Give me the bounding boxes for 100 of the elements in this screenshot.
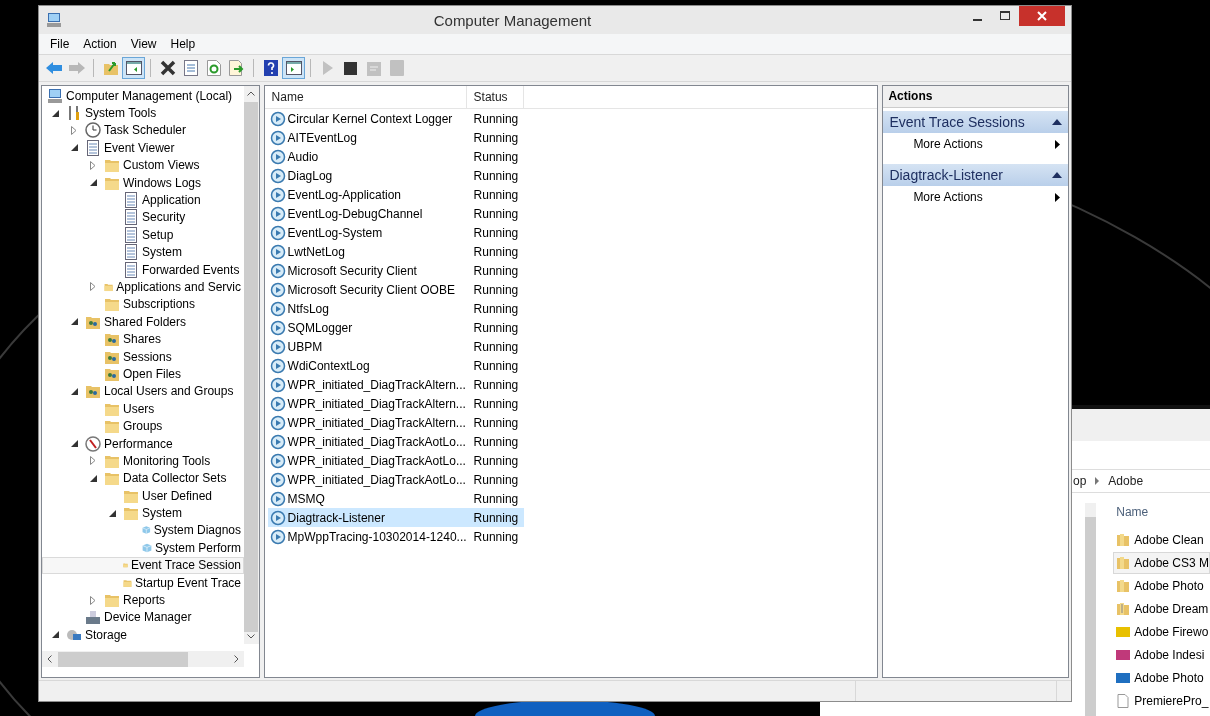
list-row[interactable]: WPR_initiated_DiagTrackAltern... Running (267, 375, 524, 394)
explorer-row[interactable]: Adobe CS3 M (1113, 552, 1210, 574)
list-row[interactable]: Microsoft Security Client Running (267, 261, 524, 280)
tree-item[interactable]: Startup Event Trace (42, 573, 244, 592)
explorer-row[interactable]: Adobe Indesi (1113, 644, 1210, 666)
tree-pane-button[interactable] (122, 57, 145, 79)
tree-item[interactable]: Windows Logs (42, 173, 244, 192)
expanded-icon[interactable] (71, 387, 78, 395)
collapsed-icon[interactable] (71, 125, 77, 135)
tree-item[interactable]: Sessions (42, 347, 244, 366)
list-row[interactable]: SQMLogger Running (267, 318, 524, 337)
expanded-icon[interactable] (90, 179, 97, 187)
list-row[interactable]: Microsoft Security Client OOBE Running (267, 280, 524, 299)
expanded-icon[interactable] (52, 631, 59, 639)
list-row[interactable]: NtfsLog Running (267, 299, 524, 318)
collapsed-icon[interactable] (90, 456, 96, 466)
trace-session-icon (269, 376, 286, 393)
list-row[interactable]: EventLog-Application Running (267, 185, 524, 204)
tree-item[interactable]: Subscriptions (42, 295, 244, 314)
collapsed-icon[interactable] (90, 160, 96, 170)
tree-item[interactable]: Shares (42, 330, 244, 348)
list-row[interactable]: Diagtrack-Listener Running (267, 508, 524, 527)
explorer-row[interactable]: Adobe Photo (1113, 575, 1210, 597)
tree-item[interactable]: Setup (42, 226, 244, 244)
column-header[interactable]: Name (264, 86, 467, 108)
action-item[interactable]: More Actions (883, 186, 1068, 208)
list-row[interactable]: WPR_initiated_DiagTrackAltern... Running (267, 394, 524, 413)
list-row[interactable]: EventLog-System Running (267, 223, 524, 242)
list-row[interactable]: WPR_initiated_DiagTrackAotLo... Running (267, 451, 524, 470)
explorer-row[interactable]: PremierePro_ (1113, 690, 1210, 712)
tree-item[interactable]: Users (42, 400, 244, 418)
list-row[interactable]: WPR_initiated_DiagTrackAltern... Running (267, 413, 524, 432)
tree-item[interactable]: System Tools (42, 104, 244, 122)
device-icon (85, 609, 101, 626)
tree-item[interactable]: System Perform (42, 539, 244, 557)
menu-item[interactable]: Help (163, 37, 203, 51)
expanded-icon[interactable] (109, 509, 116, 517)
action-pane-button[interactable] (282, 57, 305, 79)
tree-item[interactable]: Open Files (42, 365, 244, 383)
explorer-row[interactable]: Adobe Photo (1113, 667, 1210, 689)
explorer-row[interactable]: Adobe Dream (1113, 598, 1210, 620)
list-row[interactable]: AITEventLog Running (267, 128, 524, 147)
list-row[interactable]: EventLog-DebugChannel Running (267, 204, 524, 223)
list-row[interactable]: Circular Kernel Context Logger Running (267, 109, 524, 128)
section-header[interactable]: Diagtrack-Listener (883, 164, 1068, 186)
scrollbar[interactable] (42, 651, 244, 667)
expanded-icon[interactable] (71, 144, 78, 152)
list-row[interactable]: LwtNetLog Running (267, 242, 524, 261)
column-header[interactable]: Name (1116, 501, 1210, 523)
expanded-icon[interactable] (71, 318, 78, 326)
list-row[interactable]: MpWppTracing-10302014-1240... Running (267, 527, 524, 546)
list-row[interactable]: UBPM Running (267, 337, 524, 356)
expanded-icon[interactable] (71, 440, 78, 447)
tree-item[interactable]: Reports (42, 591, 244, 609)
tree-item[interactable]: User Defined (42, 487, 244, 505)
list-row[interactable]: Audio Running (267, 147, 524, 166)
tree-item[interactable]: Event Viewer (42, 139, 244, 157)
tree-item[interactable]: Data Collector Sets (42, 469, 244, 487)
tree-item[interactable]: Event Trace Session (42, 556, 244, 574)
collapsed-icon[interactable] (90, 282, 96, 292)
menu-item[interactable]: Action (76, 37, 124, 51)
tree-item[interactable]: System (42, 504, 244, 522)
tree-item[interactable]: Task Scheduler (42, 121, 244, 140)
tree-item[interactable]: Computer Management (Local) (42, 87, 244, 105)
expanded-icon[interactable] (90, 474, 97, 482)
scrollbar[interactable] (243, 86, 259, 644)
menu-item[interactable]: View (123, 37, 164, 51)
tree-item[interactable]: Shared Folders (42, 313, 244, 331)
close-button[interactable] (1019, 6, 1065, 26)
tree-item[interactable]: Applications and Servic (42, 278, 244, 296)
collapsed-icon[interactable] (90, 595, 96, 605)
column-header[interactable]: Status (466, 86, 524, 108)
explorer-row[interactable]: Adobe Firewo (1113, 621, 1210, 643)
list-row[interactable]: WPR_initiated_DiagTrackAotLo... Running (267, 432, 524, 451)
list-row[interactable]: WdiContextLog Running (267, 356, 524, 375)
tree-item[interactable]: Security (42, 208, 244, 227)
tree-item[interactable]: Performance (42, 434, 244, 453)
list-row[interactable]: MSMQ Running (267, 489, 524, 508)
tree-item[interactable]: Local Users and Groups (42, 382, 244, 401)
tree-item[interactable]: Forwarded Events (42, 260, 244, 279)
scrollbar[interactable] (1085, 503, 1097, 716)
action-item[interactable]: More Actions (883, 133, 1068, 155)
tree-item[interactable]: Storage (42, 626, 244, 644)
tree-item[interactable]: Monitoring Tools (42, 452, 244, 470)
tree-item[interactable]: System (42, 243, 244, 261)
breadcrumb-item[interactable]: op (1073, 474, 1087, 488)
trace-session-icon (269, 300, 286, 317)
expanded-icon[interactable] (52, 109, 59, 117)
tree-item[interactable]: Application (42, 191, 244, 209)
folder-icon (123, 505, 139, 522)
menu-item[interactable]: File (43, 37, 77, 51)
tree-item[interactable]: Custom Views (42, 156, 244, 174)
explorer-row[interactable]: Adobe Clean (1113, 529, 1210, 551)
list-row[interactable]: WPR_initiated_DiagTrackAotLo... Running (267, 470, 524, 489)
breadcrumb-item[interactable]: Adobe (1108, 474, 1144, 488)
tree-item[interactable]: Groups (42, 417, 244, 435)
tree-item[interactable]: Device Manager (42, 608, 244, 627)
list-row[interactable]: DiagLog Running (267, 166, 524, 185)
section-header[interactable]: Event Trace Sessions (883, 111, 1068, 133)
tree-item[interactable]: System Diagnos (42, 521, 244, 540)
